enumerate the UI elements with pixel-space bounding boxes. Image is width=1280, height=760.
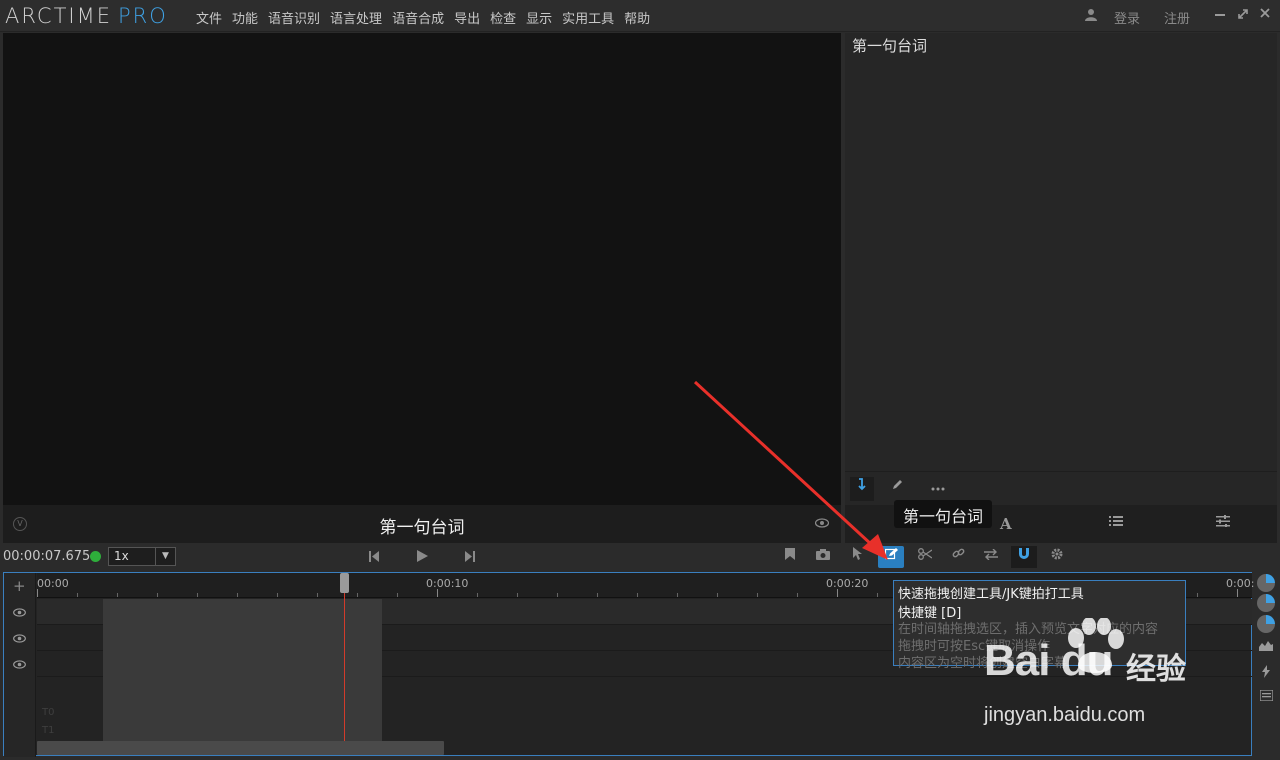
menu-help[interactable]: 帮助 bbox=[624, 8, 650, 27]
tooltip-title: 快速拖拽创建工具/JK键拍打工具 bbox=[898, 587, 1084, 602]
ruler-label: 0:00: bbox=[1226, 577, 1255, 590]
menu-file[interactable]: 文件 bbox=[196, 8, 222, 27]
track-headers: + bbox=[4, 573, 36, 757]
track-label: T0 bbox=[42, 707, 55, 718]
play-icon[interactable] bbox=[412, 548, 432, 568]
current-timecode: 00:00:07.675 bbox=[3, 549, 91, 564]
menu-features[interactable]: 功能 bbox=[232, 8, 258, 27]
playback-speed-value: 1x bbox=[114, 549, 129, 563]
link-icon[interactable] bbox=[945, 546, 971, 568]
camera-icon[interactable] bbox=[810, 546, 836, 568]
menu-speech-recognition[interactable]: 语音识别 bbox=[268, 8, 320, 27]
ruler-tick bbox=[557, 593, 558, 597]
playback-speed-select[interactable]: 1x ▼ bbox=[108, 547, 176, 566]
ruler-label: 00:00 bbox=[37, 577, 69, 590]
ruler-tick bbox=[877, 593, 878, 597]
video-caption: 第一句台词 bbox=[379, 518, 465, 538]
register-link[interactable]: 注册 bbox=[1164, 8, 1190, 27]
eye-icon[interactable] bbox=[814, 517, 830, 531]
swap-icon[interactable] bbox=[978, 546, 1004, 568]
ruler-tick bbox=[677, 593, 678, 597]
ruler-tick bbox=[1237, 589, 1238, 597]
volume-dial-icon[interactable] bbox=[1257, 574, 1275, 592]
scissors-icon[interactable] bbox=[912, 546, 938, 568]
track-label: T1 bbox=[42, 725, 55, 736]
ruler-tick bbox=[157, 593, 158, 597]
skip-back-icon[interactable] bbox=[364, 548, 384, 568]
skip-forward-icon[interactable] bbox=[460, 548, 480, 568]
chevron-down-icon[interactable]: ▼ bbox=[155, 548, 175, 565]
ruler-tick bbox=[237, 593, 238, 597]
caption-tooltip: 第一句台词 bbox=[894, 500, 993, 528]
watermark-brand: Bai du bbox=[984, 636, 1113, 685]
font-style-icon[interactable]: A bbox=[1000, 515, 1012, 533]
menu-display[interactable]: 显示 bbox=[526, 8, 552, 27]
logo-main: ARCTIME bbox=[5, 4, 112, 28]
login-link[interactable]: 登录 bbox=[1114, 8, 1140, 27]
ruler-tick bbox=[1197, 593, 1198, 597]
playhead-line bbox=[344, 575, 345, 741]
title-bar: ARCTIME PRO 文件 功能 语音识别 语言处理 语音合成 导出 检查 显示… bbox=[0, 0, 1280, 32]
gear-icon[interactable] bbox=[1044, 546, 1070, 568]
status-dot bbox=[90, 551, 101, 562]
bookmark-icon[interactable] bbox=[777, 546, 803, 568]
ruler-tick bbox=[117, 593, 118, 597]
close-icon[interactable] bbox=[1259, 6, 1271, 24]
video-preview[interactable] bbox=[3, 33, 841, 505]
more-icon[interactable] bbox=[926, 477, 950, 501]
ruler-tick bbox=[517, 593, 518, 597]
ruler-tick bbox=[717, 593, 718, 597]
menu-speech-synthesis[interactable]: 语音合成 bbox=[392, 8, 444, 27]
ruler-tick bbox=[37, 589, 38, 597]
ruler-tick bbox=[357, 593, 358, 597]
pencil-icon[interactable] bbox=[885, 477, 909, 501]
watermark-url: jingyan.baidu.com bbox=[984, 704, 1146, 726]
ruler-tick bbox=[77, 593, 78, 597]
ruler-tick bbox=[477, 593, 478, 597]
menu-language-processing[interactable]: 语言处理 bbox=[330, 8, 382, 27]
menu-export[interactable]: 导出 bbox=[454, 8, 480, 27]
ruler-label: 0:00:20 bbox=[826, 577, 869, 590]
transport-bar: 00:00:07.675 1x ▼ bbox=[0, 544, 1280, 571]
quick-drag-create-tool-button[interactable] bbox=[878, 546, 904, 568]
track-visibility-icon[interactable] bbox=[13, 632, 26, 646]
ruler-tick bbox=[637, 593, 638, 597]
horizontal-scrollbar[interactable] bbox=[37, 741, 444, 755]
maximize-icon[interactable] bbox=[1237, 6, 1249, 24]
user-icon[interactable] bbox=[1085, 8, 1097, 25]
script-text-panel[interactable]: 第一句台词 bbox=[845, 33, 1277, 471]
logo-pro: PRO bbox=[117, 4, 168, 28]
watermark-jingyan: 经验 bbox=[1126, 652, 1186, 687]
track-visibility-icon[interactable] bbox=[13, 658, 26, 672]
ruler-tick bbox=[397, 593, 398, 597]
ruler-tick bbox=[597, 593, 598, 597]
minimize-icon[interactable] bbox=[1214, 6, 1226, 24]
menu-utilities[interactable]: 实用工具 bbox=[562, 8, 614, 27]
track-visibility-icon[interactable] bbox=[13, 606, 26, 620]
cursor-icon[interactable] bbox=[845, 546, 871, 568]
baidu-jingyan-watermark: Bai du 经验 jingyan.baidu.com bbox=[980, 612, 1270, 732]
ruler-tick bbox=[757, 593, 758, 597]
app-logo: ARCTIME PRO bbox=[5, 4, 168, 28]
volume-dial-icon[interactable] bbox=[1257, 594, 1275, 612]
ruler-tick bbox=[837, 589, 838, 597]
playhead-handle[interactable] bbox=[340, 573, 349, 593]
insert-line-icon[interactable] bbox=[850, 477, 874, 501]
script-text[interactable]: 第一句台词 bbox=[852, 35, 927, 56]
ruler-tick bbox=[797, 593, 798, 597]
sliders-icon[interactable] bbox=[1216, 515, 1230, 531]
ruler-label: 0:00:10 bbox=[426, 577, 469, 590]
ruler-tick bbox=[317, 593, 318, 597]
magnet-snap-icon[interactable] bbox=[1011, 546, 1037, 568]
ruler-tick bbox=[197, 593, 198, 597]
ruler-tick bbox=[277, 593, 278, 597]
drag-selection-region[interactable] bbox=[103, 599, 382, 741]
menu-check[interactable]: 检查 bbox=[490, 8, 516, 27]
list-icon[interactable] bbox=[1109, 515, 1123, 531]
video-subtitle-bar: V 第一句台词 bbox=[3, 505, 841, 543]
menu-bar: 文件 功能 语音识别 语言处理 语音合成 导出 检查 显示 实用工具 帮助 bbox=[196, 8, 660, 27]
ruler-tick bbox=[437, 589, 438, 597]
add-track-icon[interactable]: + bbox=[13, 577, 26, 595]
